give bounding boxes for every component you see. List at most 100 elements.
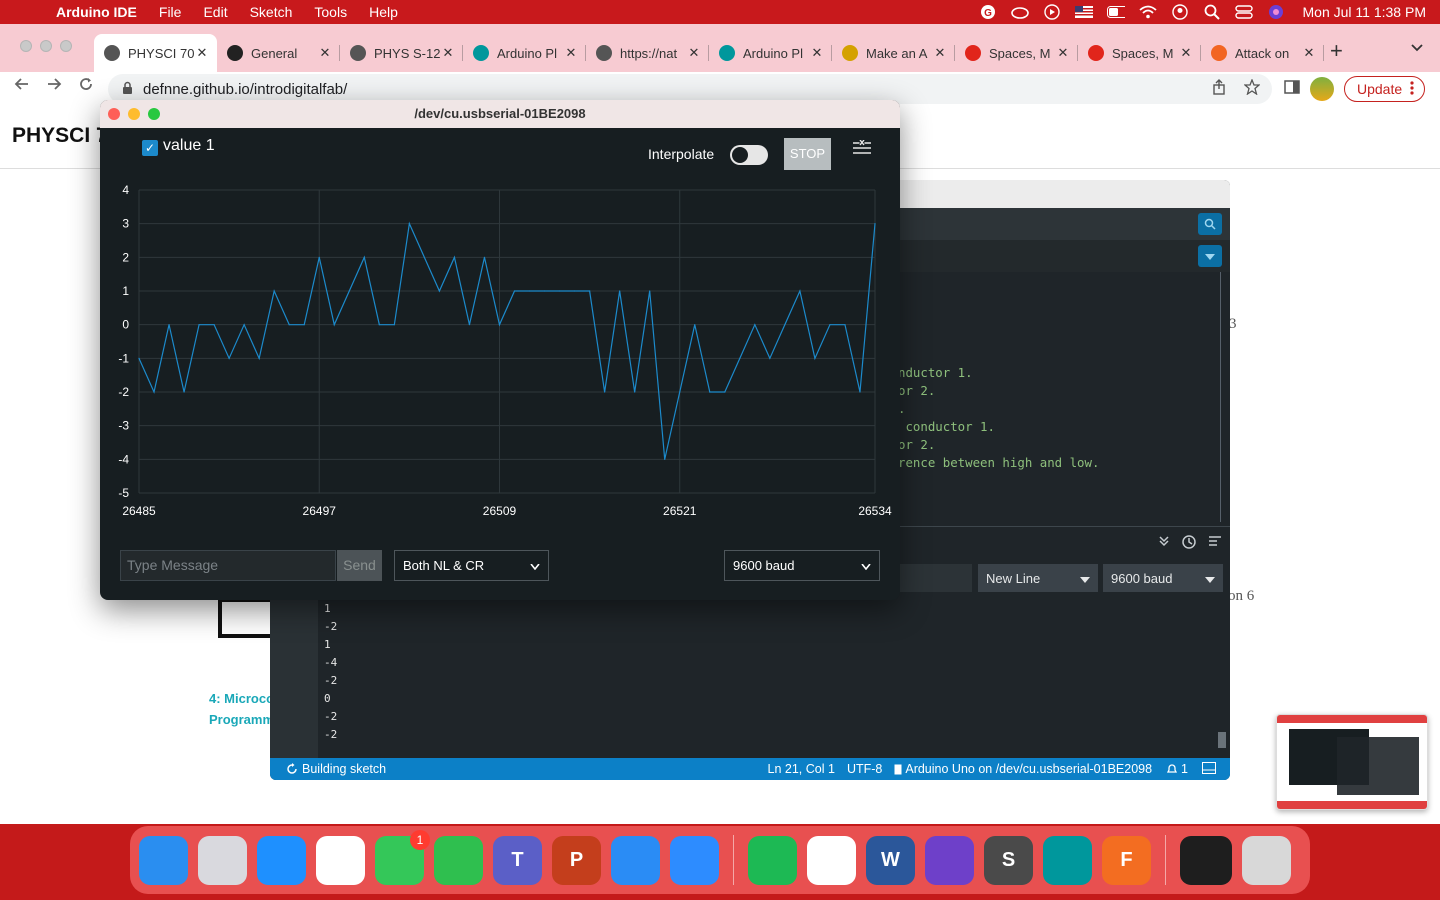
menu-edit[interactable]: Edit xyxy=(203,4,227,20)
siri-icon[interactable] xyxy=(1267,4,1285,20)
finder-icon[interactable] xyxy=(139,835,188,885)
zoom-icon[interactable] xyxy=(670,835,719,885)
tab-search-chevron-icon[interactable] xyxy=(1410,40,1424,56)
minimize-window-button[interactable] xyxy=(40,40,52,52)
microcontroller-card-link[interactable]: 4: Microco Programm xyxy=(209,688,274,730)
cursor-position[interactable]: Ln 21, Col 1 xyxy=(768,762,835,776)
board-status[interactable]: Arduino Uno on /dev/cu.usbserial-01BE209… xyxy=(894,762,1152,776)
close-tab-icon[interactable]: ✕ xyxy=(1179,45,1193,61)
launchpad-icon[interactable] xyxy=(198,835,247,885)
microcontroller-card-icon[interactable] xyxy=(218,598,272,638)
notifications-status[interactable]: 1 xyxy=(1166,762,1188,776)
sketch-tabs-chevron-icon[interactable] xyxy=(1198,245,1222,267)
monitor-message-input[interactable] xyxy=(892,564,972,592)
timestamp-clock-icon[interactable] xyxy=(1182,535,1196,552)
series-checkbox[interactable]: ✓ xyxy=(142,140,158,156)
terminal-window-icon[interactable] xyxy=(1180,835,1232,885)
reload-icon[interactable] xyxy=(78,76,94,97)
serial-output[interactable]: 1 -2 1 -4 -2 0 -2 -2 xyxy=(324,600,337,744)
profile-avatar[interactable] xyxy=(1310,77,1334,101)
mail-icon[interactable] xyxy=(611,835,660,885)
spotlight-search-icon[interactable] xyxy=(1203,4,1221,20)
send-button[interactable]: Send xyxy=(337,550,382,581)
browser-tab[interactable]: Arduino Pl ✕ xyxy=(463,34,586,72)
fusion-360-icon[interactable]: F xyxy=(1102,835,1151,885)
toggle-panel-icon[interactable] xyxy=(1202,761,1216,777)
close-tab-icon[interactable]: ✕ xyxy=(810,45,824,61)
back-arrow-icon[interactable] xyxy=(14,76,30,97)
browser-tab[interactable]: Make an A ✕ xyxy=(832,34,955,72)
stop-button[interactable]: STOP xyxy=(784,138,831,170)
collapse-chevron-icon[interactable] xyxy=(1158,535,1170,552)
battery-icon[interactable] xyxy=(1106,4,1125,20)
close-tab-icon[interactable]: ✕ xyxy=(1056,45,1070,61)
zoom-window-button[interactable] xyxy=(60,40,72,52)
trash-icon[interactable] xyxy=(1242,835,1291,885)
photos-icon[interactable] xyxy=(316,835,365,885)
close-tab-icon[interactable]: ✕ xyxy=(441,45,455,61)
spotify-icon[interactable] xyxy=(748,835,797,885)
bookmark-star-icon[interactable] xyxy=(1243,78,1261,99)
menubar-clock[interactable]: Mon Jul 11 1:38 PM xyxy=(1303,4,1426,20)
messages-icon[interactable]: 1 xyxy=(375,829,430,885)
line-ending-select[interactable]: Both NL & CR xyxy=(394,550,549,581)
chrome-icon[interactable] xyxy=(807,835,856,885)
creative-cloud-icon[interactable] xyxy=(1010,4,1029,20)
editor-scrollbar[interactable] xyxy=(1220,272,1221,522)
safari-icon[interactable] xyxy=(257,835,306,885)
github-desktop-icon[interactable] xyxy=(925,835,974,885)
browser-tab[interactable]: https://nat ✕ xyxy=(586,34,709,72)
close-window-button[interactable] xyxy=(108,108,120,120)
interpolate-toggle[interactable] xyxy=(730,145,768,165)
share-icon[interactable] xyxy=(1212,79,1226,99)
browser-tab[interactable]: Attack on ✕ xyxy=(1201,34,1324,72)
code-editor[interactable]: nductor 1. or 2.. conductor 1. or 2. rence … xyxy=(898,364,1099,472)
play-status-icon[interactable] xyxy=(1043,4,1061,20)
zoom-window-button[interactable] xyxy=(148,108,160,120)
control-center-icon[interactable] xyxy=(1234,4,1253,20)
powerpoint-icon[interactable]: P xyxy=(552,835,601,885)
browser-tab[interactable]: Spaces, M ✕ xyxy=(955,34,1078,72)
minimize-window-button[interactable] xyxy=(128,108,140,120)
side-panel-icon[interactable] xyxy=(1284,79,1300,100)
lock-icon[interactable] xyxy=(122,81,133,97)
arduino-icon[interactable] xyxy=(1043,835,1092,885)
baud-rate-select[interactable]: 9600 baud xyxy=(724,550,880,581)
browser-tab[interactable]: Arduino Pl ✕ xyxy=(709,34,832,72)
menu-app-name[interactable]: Arduino IDE xyxy=(56,4,137,20)
menu-sketch[interactable]: Sketch xyxy=(250,4,293,20)
clear-plot-icon[interactable] xyxy=(852,138,872,161)
screenshot-thumbnail[interactable] xyxy=(1276,714,1428,810)
browser-tab[interactable]: Spaces, M ✕ xyxy=(1078,34,1201,72)
file-encoding[interactable]: UTF-8 xyxy=(847,762,882,776)
message-input[interactable]: Type Message xyxy=(120,550,336,581)
browser-tab[interactable]: PHYSCI 70 ✕ xyxy=(94,34,217,72)
update-button[interactable]: Update xyxy=(1344,76,1426,102)
user-account-icon[interactable] xyxy=(1171,4,1189,20)
sublime-text-icon[interactable]: S xyxy=(984,835,1033,885)
monitor-baud-select[interactable]: 9600 baud xyxy=(1103,564,1223,592)
clear-output-icon[interactable] xyxy=(1208,535,1222,552)
close-window-button[interactable] xyxy=(20,40,32,52)
menu-help[interactable]: Help xyxy=(369,4,398,20)
close-tab-icon[interactable]: ✕ xyxy=(564,45,578,61)
serial-monitor-icon[interactable] xyxy=(1198,213,1222,235)
close-tab-icon[interactable]: ✕ xyxy=(1302,45,1316,61)
grammarly-status-icon[interactable]: G xyxy=(979,4,997,20)
output-scrollbar[interactable] xyxy=(1218,732,1226,748)
close-tab-icon[interactable]: ✕ xyxy=(687,45,701,61)
menu-tools[interactable]: Tools xyxy=(314,4,347,20)
word-icon[interactable]: W xyxy=(866,835,915,885)
forward-arrow-icon[interactable] xyxy=(46,76,62,97)
teams-icon[interactable]: T xyxy=(493,835,542,885)
close-tab-icon[interactable]: ✕ xyxy=(195,45,209,61)
browser-tab[interactable]: PHYS S-12 ✕ xyxy=(340,34,463,72)
us-flag-icon[interactable] xyxy=(1074,4,1093,20)
new-tab-button[interactable]: + xyxy=(1330,38,1343,64)
close-tab-icon[interactable]: ✕ xyxy=(318,45,332,61)
menu-file[interactable]: File xyxy=(159,4,182,20)
facetime-icon[interactable] xyxy=(434,835,483,885)
browser-tab[interactable]: General ✕ xyxy=(217,34,340,72)
monitor-line-ending-select[interactable]: New Line xyxy=(978,564,1098,592)
close-tab-icon[interactable]: ✕ xyxy=(933,45,947,61)
